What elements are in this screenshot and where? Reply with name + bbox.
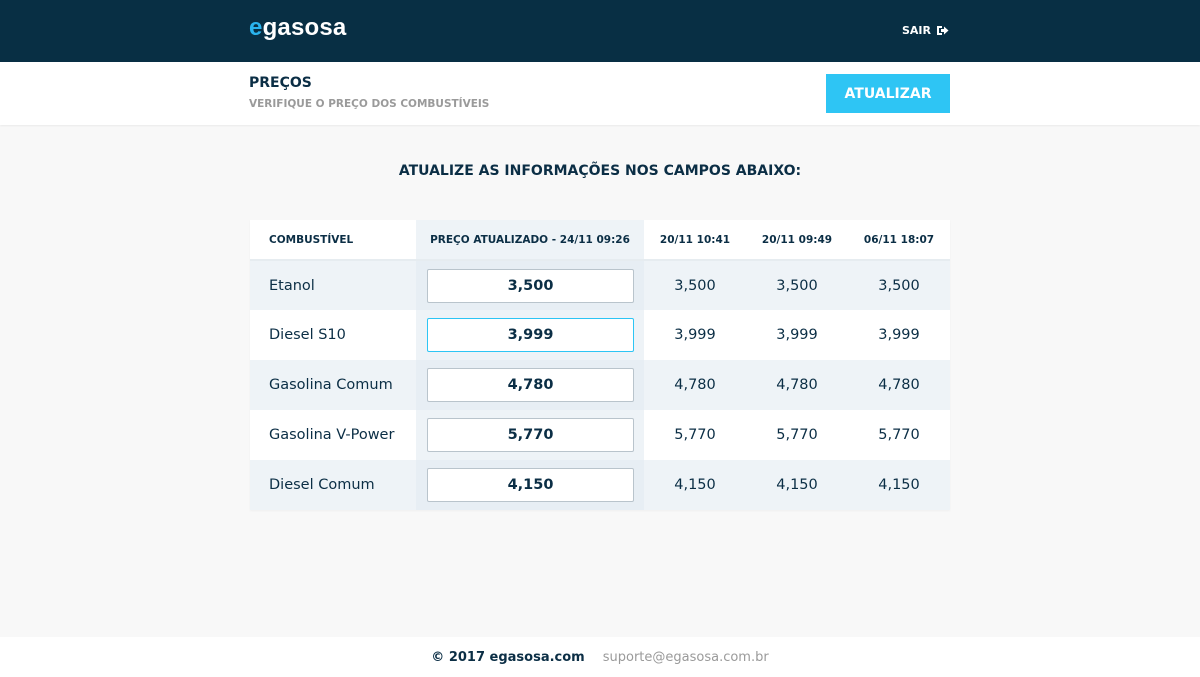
history-price-3: 4,780 xyxy=(848,360,950,410)
instructions-text: ATUALIZE AS INFORMAÇÕES NOS CAMPOS ABAIX… xyxy=(398,163,802,179)
fuel-name: Gasolina Comum xyxy=(250,360,416,410)
history-price-2: 4,150 xyxy=(746,460,848,510)
history-price-1: 5,770 xyxy=(674,427,716,443)
fuel-name: Diesel S10 xyxy=(269,327,346,343)
top-bar: egasosa SAIR xyxy=(0,0,1200,62)
header-history-2: 20/11 09:49 xyxy=(746,220,848,261)
history-price-2: 3,500 xyxy=(746,260,848,310)
fuel-name: Gasolina V-Power xyxy=(269,427,395,443)
table-row: Etanol 3,500 3,500 3,500 xyxy=(250,260,950,310)
logout-button[interactable]: SAIR xyxy=(902,24,949,37)
current-price-cell xyxy=(416,310,644,360)
header-current-price: PREÇO ATUALIZADO - 24/11 09:26 xyxy=(416,220,644,261)
brand-logo-name: gasosa xyxy=(262,14,347,41)
current-price-cell xyxy=(416,260,644,310)
price-input-gasolina-v-power[interactable] xyxy=(427,418,634,452)
prices-table: COMBUSTÍVEL PREÇO ATUALIZADO - 24/11 09:… xyxy=(250,220,950,510)
history-price-2: 5,770 xyxy=(776,427,818,443)
history-price-1: 4,150 xyxy=(644,460,746,510)
current-price-cell xyxy=(416,360,644,410)
history-price-1: 4,780 xyxy=(644,360,746,410)
price-input-diesel-s10[interactable] xyxy=(427,318,634,352)
update-button[interactable]: ATUALIZAR xyxy=(826,74,950,113)
price-input-diesel-comum[interactable] xyxy=(427,468,634,502)
table-row: Diesel S10 3,999 3,999 3,999 xyxy=(250,310,950,360)
table-row: Gasolina V-Power 5,770 5,770 5,770 xyxy=(250,410,950,460)
page-title: PREÇOS xyxy=(249,75,312,91)
page-header: PREÇOS VERIFIQUE O PREÇO DOS COMBUSTÍVEI… xyxy=(0,62,1200,125)
history-price-1: 3,999 xyxy=(674,327,716,343)
history-price-3: 4,150 xyxy=(848,460,950,510)
history-price-2: 3,999 xyxy=(776,327,818,343)
brand-logo-prefix: e xyxy=(249,14,263,41)
support-email-link[interactable]: suporte@egasosa.com.br xyxy=(603,650,769,665)
price-input-gasolina-comum[interactable] xyxy=(427,368,634,402)
footer: © 2017 egasosa.com suporte@egasosa.com.b… xyxy=(0,637,1200,677)
history-price-1: 3,500 xyxy=(644,260,746,310)
header-fuel: COMBUSTÍVEL xyxy=(250,220,416,261)
sign-out-icon xyxy=(937,26,949,35)
footer-copyright: © 2017 egasosa.com xyxy=(431,649,585,665)
header-history-1: 20/11 10:41 xyxy=(644,220,746,261)
history-price-2: 4,780 xyxy=(746,360,848,410)
price-input-etanol[interactable] xyxy=(427,268,634,303)
history-price-3: 3,999 xyxy=(878,327,920,343)
brand-logo[interactable]: egasosa xyxy=(249,14,346,42)
current-price-cell xyxy=(416,460,644,510)
page-subtitle: VERIFIQUE O PREÇO DOS COMBUSTÍVEIS xyxy=(249,98,490,110)
fuel-name: Diesel Comum xyxy=(250,460,416,510)
logout-label: SAIR xyxy=(902,24,931,37)
history-price-3: 5,770 xyxy=(878,427,920,443)
table-header-row: COMBUSTÍVEL PREÇO ATUALIZADO - 24/11 09:… xyxy=(250,220,950,261)
history-price-3: 3,500 xyxy=(848,260,950,310)
table-row: Diesel Comum 4,150 4,150 4,150 xyxy=(250,460,950,510)
table-row: Gasolina Comum 4,780 4,780 4,780 xyxy=(250,360,950,410)
fuel-name: Etanol xyxy=(250,260,416,310)
current-price-cell xyxy=(416,410,644,460)
header-history-3: 06/11 18:07 xyxy=(848,220,950,261)
